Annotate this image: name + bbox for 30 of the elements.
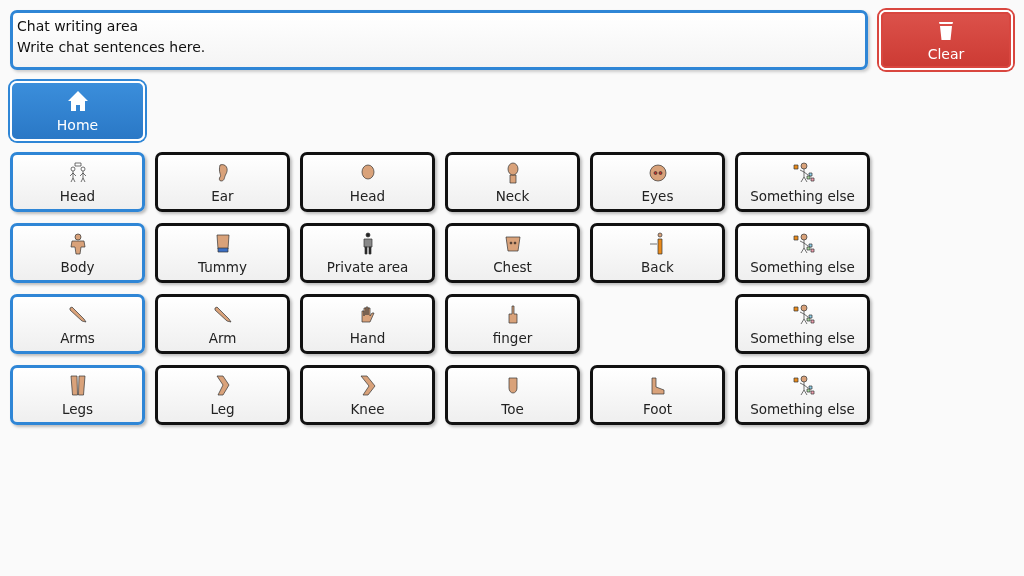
category-button[interactable]: Arms (10, 294, 145, 354)
category-button[interactable]: Legs (10, 365, 145, 425)
person-icon (790, 373, 815, 398)
word-button[interactable]: Something else (735, 223, 870, 283)
word-button[interactable]: Something else (735, 152, 870, 212)
word-button[interactable]: finger (445, 294, 580, 354)
word-button[interactable]: Toe (445, 365, 580, 425)
person-icon (790, 231, 815, 256)
word-button[interactable]: Eyes (590, 152, 725, 212)
person-icon (790, 302, 815, 327)
word-button[interactable]: Arm (155, 294, 290, 354)
word-button[interactable]: Foot (590, 365, 725, 425)
category-button[interactable]: Body (10, 223, 145, 283)
word-button[interactable]: Tummy (155, 223, 290, 283)
word-button[interactable]: Private area (300, 223, 435, 283)
word-button[interactable]: Something else (735, 365, 870, 425)
word-button[interactable]: Hand (300, 294, 435, 354)
category-button[interactable]: Head (10, 152, 145, 212)
word-button[interactable]: Something else (735, 294, 870, 354)
home-button[interactable]: Home (10, 81, 145, 141)
word-button[interactable]: Knee (300, 365, 435, 425)
word-button[interactable]: Leg (155, 365, 290, 425)
word-button[interactable]: Back (590, 223, 725, 283)
word-button[interactable]: Ear (155, 152, 290, 212)
clear-button[interactable]: Clear (879, 10, 1013, 70)
word-button[interactable]: Head (300, 152, 435, 212)
person-icon (790, 160, 815, 185)
word-button[interactable]: Chest (445, 223, 580, 283)
chat-field[interactable]: Chat writing area Write chat sentences here. (10, 10, 868, 70)
word-button[interactable]: Neck (445, 152, 580, 212)
